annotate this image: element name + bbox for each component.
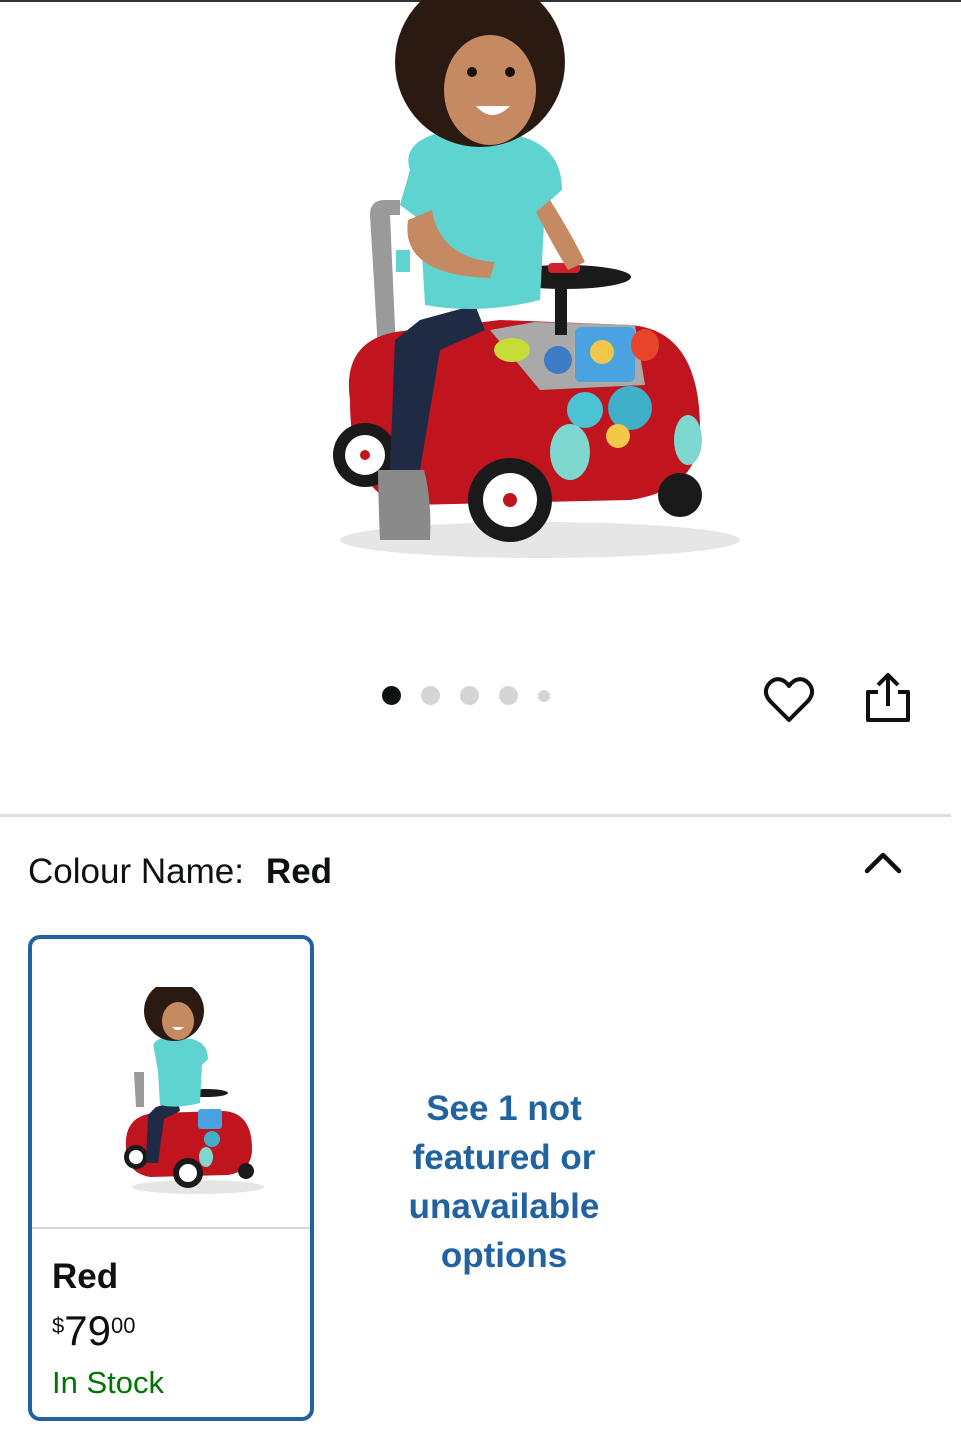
availability-status: In Stock: [52, 1365, 164, 1400]
variation-selected-value: Red: [265, 852, 333, 891]
collapse-variations-button[interactable]: [862, 846, 904, 880]
swatch-price: $7900: [52, 1307, 135, 1355]
swatch-thumbnail: [32, 939, 310, 1227]
chevron-up-icon: [864, 852, 902, 874]
price-whole: 79: [64, 1307, 111, 1354]
heart-icon: [763, 677, 815, 722]
carousel-dot[interactable]: [382, 686, 401, 705]
product-image[interactable]: [300, 0, 760, 600]
carousel-indicator[interactable]: [382, 686, 570, 705]
swatch-name: Red: [52, 1257, 119, 1296]
variation-label: Colour Name:: [28, 852, 244, 891]
price-currency: $: [52, 1313, 65, 1338]
carousel-dot[interactable]: [421, 686, 440, 705]
price-fraction: 00: [110, 1313, 136, 1338]
colour-swatch-red[interactable]: Red $7900 In Stock: [28, 935, 314, 1421]
carousel-dot[interactable]: [460, 686, 479, 705]
variation-header: Colour Name: Red: [28, 850, 332, 894]
product-illustration: [333, 0, 740, 558]
see-unavailable-options-link[interactable]: See 1 not featured or unavailable option…: [380, 1084, 628, 1280]
section-divider: [0, 814, 951, 817]
carousel-dot[interactable]: [499, 686, 518, 705]
carousel-dot[interactable]: [538, 689, 550, 702]
share-button[interactable]: [862, 670, 914, 726]
wishlist-button[interactable]: [762, 674, 816, 728]
share-icon: [866, 673, 910, 722]
swatch-product-image: [124, 987, 264, 1194]
swatch-divider: [32, 1227, 310, 1229]
